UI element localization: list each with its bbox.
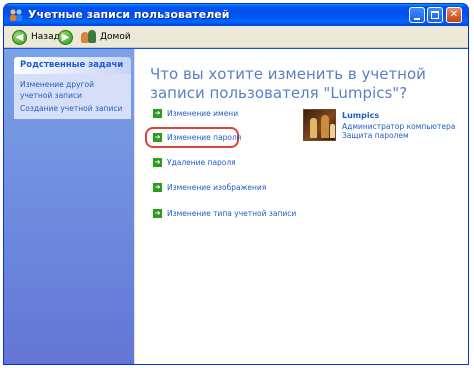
task-change-other-account[interactable]: Изменение другой учетной записи — [20, 79, 127, 101]
back-label: Назад — [31, 32, 60, 42]
avatar — [303, 109, 336, 141]
option-label: Изменение пароля — [167, 133, 242, 142]
main-content: Что вы хотите изменить в учетной записи … — [134, 49, 468, 364]
close-icon: ✕ — [449, 9, 459, 20]
account-card: Lumpics Администратор компьютера Защита … — [303, 109, 463, 149]
home-label: Домой — [100, 32, 131, 42]
page-heading: Что вы хотите изменить в учетной записи … — [150, 65, 426, 102]
maximize-button[interactable] — [427, 7, 443, 23]
option-label: Изменение изображения — [167, 183, 267, 192]
option-change-name[interactable]: ➜ Изменение имени — [153, 109, 238, 118]
option-change-account-type[interactable]: ➜ Изменение типа учетной записи — [153, 209, 296, 218]
account-role: Администратор компьютера — [342, 122, 456, 131]
account-name: Lumpics — [342, 111, 380, 120]
related-tasks-box: Родственные задачи Изменение другой учет… — [14, 57, 131, 119]
option-remove-password[interactable]: ➜ Удаление пароля — [153, 158, 236, 167]
navigation-toolbar: ◀ Назад ▶ Домой — [4, 26, 468, 48]
task-pane: Родственные задачи Изменение другой учет… — [4, 49, 134, 364]
user-accounts-window: Учетные записи пользователей ✕ ◀ Назад ▶… — [3, 3, 469, 365]
user-accounts-home-icon — [81, 30, 97, 44]
green-arrow-icon: ➜ — [153, 209, 162, 218]
forward-arrow-icon: ▶ — [58, 29, 73, 45]
green-arrow-icon: ➜ — [153, 158, 162, 167]
account-password-status: Защита паролем — [342, 131, 409, 140]
maximize-icon — [431, 11, 439, 19]
option-change-picture[interactable]: ➜ Изменение изображения — [153, 183, 266, 192]
related-tasks-header[interactable]: Родственные задачи — [14, 57, 131, 74]
minimize-icon — [414, 18, 420, 20]
forward-button[interactable]: ▶ — [58, 29, 73, 45]
close-button[interactable]: ✕ — [446, 7, 462, 23]
back-button[interactable]: ◀ Назад — [12, 29, 60, 45]
window-title: Учетные записи пользователей — [28, 8, 230, 21]
related-tasks-list: Изменение другой учетной записи Создание… — [14, 74, 131, 119]
back-arrow-icon: ◀ — [12, 29, 27, 45]
option-change-password[interactable]: ➜ Изменение пароля — [153, 133, 241, 142]
minimize-button[interactable] — [409, 7, 425, 23]
task-create-account[interactable]: Создание учетной записи — [20, 103, 127, 114]
green-arrow-icon: ➜ — [153, 183, 162, 192]
user-accounts-app-icon — [10, 9, 22, 21]
option-label: Изменение типа учетной записи — [167, 209, 297, 218]
option-label: Удаление пароля — [167, 158, 236, 167]
title-bar[interactable]: Учетные записи пользователей ✕ — [4, 4, 468, 26]
green-arrow-icon: ➜ — [153, 109, 162, 118]
green-arrow-icon: ➜ — [153, 133, 162, 142]
option-label: Изменение имени — [167, 109, 239, 118]
home-button[interactable]: Домой — [81, 29, 131, 45]
